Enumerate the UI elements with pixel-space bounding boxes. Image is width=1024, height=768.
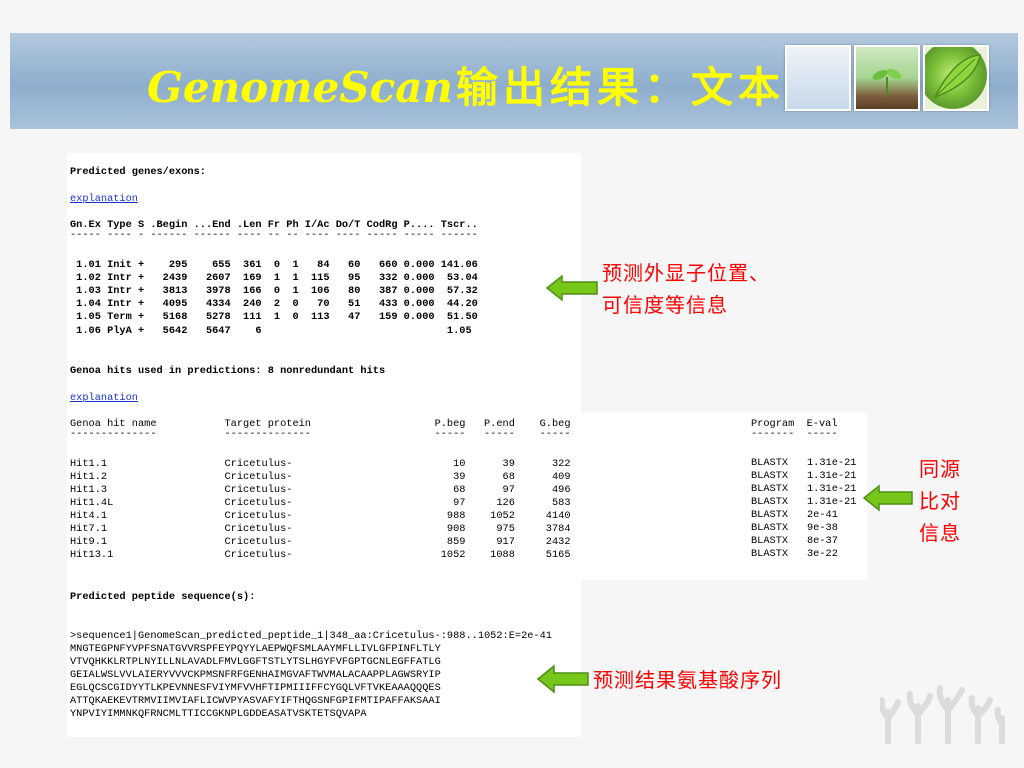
program-cell: BLASTX (751, 548, 789, 560)
evalue-cell: 1.31e-21 (807, 457, 857, 469)
hit-row: Hit4.1 Cricetulus- 988 1052 4140 4334 2 (70, 510, 664, 522)
peptide-sequence-line: MNGTEGPNFYVPFSNATGVVRSPFEYPQYYLAEPWQFSML… (70, 643, 441, 655)
hit-row: Hit1.2 Cricetulus- 39 68 409 495 0 (70, 471, 664, 483)
peptide-sequence-line: VTVQHKKLRTPLNYILLNLAVADLFMVLGGFTSTLYTSLH… (70, 656, 441, 668)
program-cell: BLASTX (751, 496, 789, 508)
fasta-header: >sequence1|GenomeScan_predicted_peptide_… (70, 630, 552, 642)
program-cell: BLASTX (751, 535, 789, 547)
hit-row: Hit1.3 Cricetulus- 68 97 496 582 0 (70, 484, 664, 496)
annotation-homology-line3: 信息 (919, 521, 961, 545)
peptide-sequence-line: ATTQKAEKEVTRMVIIMVIAFLICWVPYASVAFYIFTHQG… (70, 695, 441, 707)
decorative-photo-sky (785, 45, 851, 111)
hits-explanation-link[interactable]: explanation (70, 392, 138, 404)
exon-row: 1.05 Term + 5168 5278 111 1 0 113 47 159… (70, 311, 478, 323)
slide: GenomeScan输出结果：文本 Predicted genes/exons:… (0, 0, 1024, 768)
annotation-peptide-sequence: 预测结果氨基酸序列 (593, 668, 782, 692)
hit-row: Hit9.1 Cricetulus- 859 917 2432 2608 1 (70, 536, 664, 548)
hit-row: Hit1.4L Cricetulus- 97 126 583 672 0 (70, 497, 664, 509)
evalue-cell: 8e-37 (807, 535, 838, 547)
exon-row: 1.02 Intr + 2439 2607 169 1 1 115 95 332… (70, 272, 478, 284)
peptide-heading: Predicted peptide sequence(s): (70, 591, 256, 603)
exons-explanation-link[interactable]: explanation (70, 193, 138, 205)
sprouts-decoration-icon (880, 685, 1005, 744)
peptide-sequence-line: YNPVIYIMMNKQFRNCMLTTICCGKNPLGDDEASATVSKT… (70, 708, 367, 720)
peptide-sequence-line: EGLQCSCGIDYYTLKPEVNNESFVIYMFVVHFTIPMIIIF… (70, 682, 441, 694)
program-cell: BLASTX (751, 483, 789, 495)
decorative-photo-sprout (854, 45, 920, 111)
slide-title: GenomeScan输出结果：文本 (147, 60, 785, 116)
annotation-exon-info-line2: 可信度等信息 (602, 293, 728, 317)
hits-program-columns: Program E-val ------- ----- BLASTX 1.31e… (581, 413, 867, 580)
exon-row: 1.01 Init + 295 655 361 0 1 84 60 660 0.… (70, 259, 478, 271)
program-eval-divider: ------- ----- (751, 428, 838, 440)
program-cell: BLASTX (751, 470, 789, 482)
evalue-cell: 1.31e-21 (807, 470, 857, 482)
title-chinese: 输出结果：文本 (455, 63, 785, 112)
exons-table-divider: ----- ---- - ------ ------ ---- -- -- --… (70, 229, 478, 241)
decorative-photo-leaf (923, 45, 989, 111)
arrow-left-icon (545, 274, 598, 302)
arrow-left-icon (536, 664, 589, 694)
exon-row: 1.03 Intr + 3813 3978 166 0 1 106 80 387… (70, 285, 478, 297)
program-cell: BLASTX (751, 522, 789, 534)
exon-row: 1.06 PlyA + 5642 5647 6 1.05 (70, 325, 472, 337)
sprout-icon (872, 69, 902, 97)
exon-row: 1.04 Intr + 4095 4334 240 2 0 70 51 433 … (70, 298, 478, 310)
evalue-cell: 3e-22 (807, 548, 838, 560)
genomescan-output-panel: Predicted genes/exons: explanation Gn.Ex… (67, 153, 663, 737)
annotation-homology-line2: 比对 (919, 489, 961, 513)
evalue-cell: 1.31e-21 (807, 496, 857, 508)
exons-heading: Predicted genes/exons: (70, 166, 206, 178)
program-cell: BLASTX (751, 457, 789, 469)
hit-row: Hit1.1 Cricetulus- 10 39 322 408 0 (70, 458, 664, 470)
hits-heading: Genoa hits used in predictions: 8 nonred… (70, 365, 386, 377)
hit-row: Hit7.1 Cricetulus- 908 975 3784 3987 0 (70, 523, 664, 535)
arrow-left-icon (862, 484, 913, 512)
title-english: GenomeScan (147, 63, 453, 112)
annotation-exon-info-line1: 预测外显子位置、 (602, 261, 770, 285)
leaf-icon (933, 54, 981, 99)
peptide-sequence-line: GEIALWSLVVLAIERYVVVCKPMSNFRFGENHAIMGVAFT… (70, 669, 441, 681)
evalue-cell: 1.31e-21 (807, 483, 857, 495)
hits-table-divider: -------------- -------------- ----- ----… (70, 428, 664, 440)
evalue-cell: 2e-41 (807, 509, 838, 521)
program-cell: BLASTX (751, 509, 789, 521)
evalue-cell: 9e-38 (807, 522, 838, 534)
hit-row: Hit13.1 Cricetulus- 1052 1088 5165 5275 … (70, 549, 664, 561)
annotation-homology-line1: 同源 (919, 457, 961, 481)
